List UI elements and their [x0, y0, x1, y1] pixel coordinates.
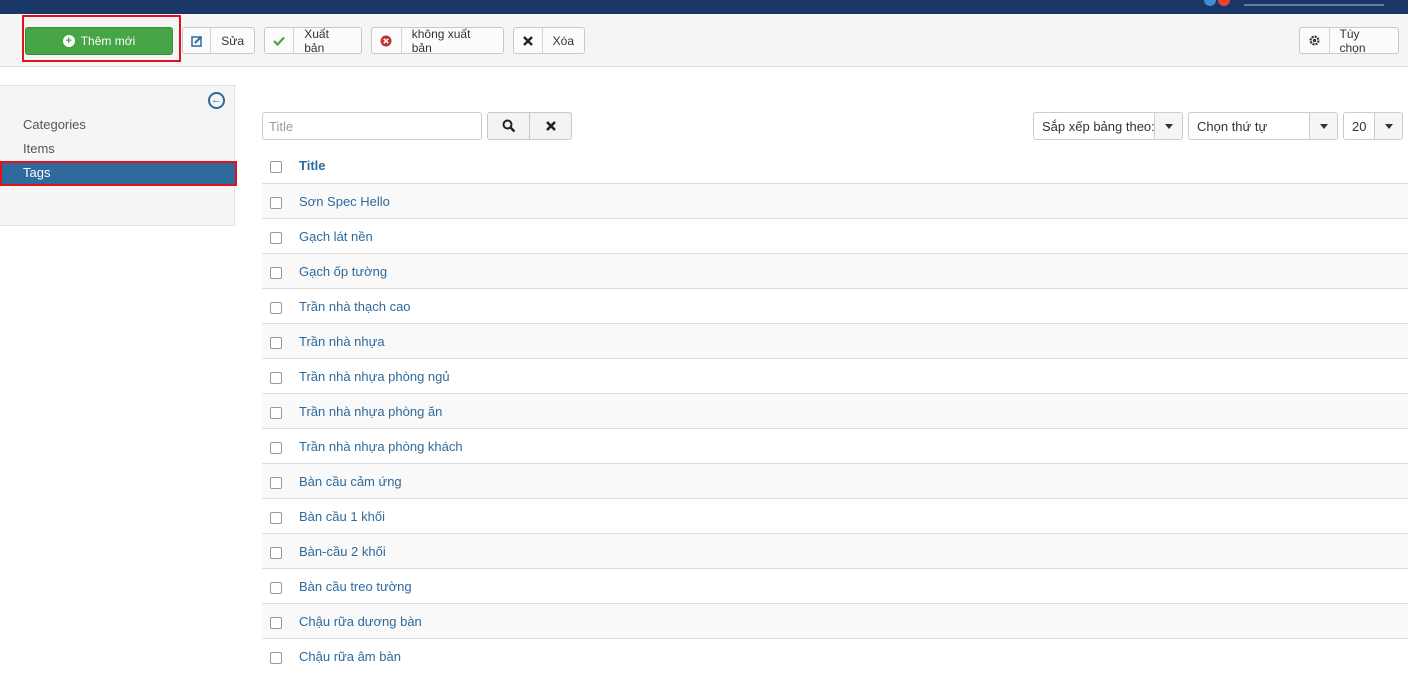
check-icon [265, 28, 295, 53]
tag-title-link[interactable]: Trần nhà nhựa [299, 334, 385, 349]
brand-logo [1204, 0, 1394, 7]
sidebar-item-items[interactable]: Items [0, 138, 235, 160]
row-checkbox[interactable] [270, 336, 282, 349]
unpublish-button-label: không xuất bản [411, 26, 471, 55]
sidebar: ← Categories Items Tags [0, 85, 235, 226]
tag-title-link[interactable]: Trần nhà nhựa phòng ngủ [299, 369, 450, 384]
row-checkbox[interactable] [270, 476, 282, 489]
tag-title-link[interactable]: Gạch ốp tường [299, 264, 387, 279]
sidebar-item-tags[interactable]: Tags [0, 162, 235, 184]
row-checkbox[interactable] [270, 196, 282, 209]
sidebar-item-categories[interactable]: Categories [0, 114, 235, 136]
tag-title-link[interactable]: Gạch lát nền [299, 229, 373, 244]
new-button-label: Thêm mới [80, 34, 136, 48]
row-checkbox[interactable] [270, 441, 282, 454]
row-checkbox[interactable] [270, 581, 282, 594]
tag-title-link[interactable]: Bàn-cầu 2 khối [299, 544, 386, 559]
tag-title-link[interactable]: Chậu rữa dương bàn [299, 614, 422, 629]
tag-title-link[interactable]: Bàn cầu treo tường [299, 579, 412, 594]
table-row: Trần nhà nhựa phòng ăn [262, 393, 1408, 428]
table-row: Trần nhà nhựa phòng ngủ [262, 358, 1408, 393]
edit-icon [183, 28, 212, 53]
unpublish-icon [372, 28, 402, 53]
search-input[interactable] [262, 112, 482, 140]
tag-title-link[interactable]: Trần nhà nhựa phòng ăn [299, 404, 442, 419]
row-checkbox[interactable] [270, 266, 282, 279]
table-row: Bàn cầu cảm ứng [262, 463, 1408, 498]
limit-value: 20 [1352, 118, 1367, 134]
top-header-bar [0, 0, 1408, 14]
table-header-row: Title [262, 148, 1408, 183]
tag-title-link[interactable]: Bàn cầu cảm ứng [299, 474, 402, 489]
search-button[interactable] [487, 112, 530, 140]
table-row: Bàn-cầu 2 khối [262, 533, 1408, 568]
gear-icon [1300, 28, 1330, 53]
new-button[interactable]: + Thêm mới [25, 27, 173, 55]
table-row: Trần nhà nhựa phòng khách [262, 428, 1408, 463]
row-checkbox[interactable] [270, 406, 282, 419]
table-row: Trần nhà thạch cao [262, 288, 1408, 323]
table-row: Trần nhà nhựa [262, 323, 1408, 358]
toolbar: + Thêm mới Sửa Xuất bản không xuất bản X… [0, 14, 1408, 67]
tag-title-link[interactable]: Chậu rữa âm bàn [299, 649, 401, 664]
delete-button[interactable]: Xóa [513, 27, 585, 54]
row-checkbox[interactable] [270, 546, 282, 559]
tag-title-link[interactable]: Trần nhà nhựa phòng khách [299, 439, 463, 454]
tag-title-link[interactable]: Trần nhà thạch cao [299, 299, 411, 314]
row-checkbox[interactable] [270, 651, 282, 664]
row-checkbox[interactable] [270, 231, 282, 244]
table-row: Chậu rữa dương bàn [262, 603, 1408, 638]
options-button[interactable]: Tùy chọn [1299, 26, 1399, 55]
edit-button-label: Sửa [221, 33, 244, 48]
table-row: Bàn cầu treo tường [262, 568, 1408, 603]
table-row: Gạch lát nền [262, 218, 1408, 253]
table-row: Gạch ốp tường [262, 253, 1408, 288]
table-row: Chậu rữa âm bàn [262, 638, 1408, 673]
chevron-down-icon [1154, 113, 1182, 139]
options-button-label: Tùy chọn [1339, 26, 1366, 55]
chevron-down-icon [1374, 113, 1402, 139]
close-icon [545, 121, 556, 131]
close-icon [514, 28, 543, 53]
collapse-sidebar-icon[interactable]: ← [208, 92, 225, 109]
row-checkbox[interactable] [270, 371, 282, 384]
unpublish-button[interactable]: không xuất bản [371, 26, 504, 55]
row-checkbox[interactable] [270, 511, 282, 524]
search-icon [502, 119, 515, 133]
table-row: Sơn Spec Hello [262, 183, 1408, 218]
clear-search-button[interactable] [529, 112, 572, 140]
order-select[interactable]: Chọn thứ tự [1188, 112, 1338, 140]
sort-by-value: Sắp xếp bảng theo: [1042, 118, 1154, 134]
order-value: Chọn thứ tự [1197, 118, 1268, 134]
limit-select[interactable]: 20 [1343, 112, 1403, 140]
plus-circle-icon: + [62, 35, 75, 47]
table-row: Bàn cầu 1 khối [262, 498, 1408, 533]
title-column-header[interactable]: Title [299, 158, 326, 173]
sort-by-select[interactable]: Sắp xếp bảng theo: [1033, 112, 1183, 140]
row-checkbox[interactable] [270, 616, 282, 629]
delete-button-label: Xóa [552, 33, 574, 48]
publish-button-label: Xuất bản [304, 26, 329, 55]
edit-button[interactable]: Sửa [182, 27, 255, 54]
publish-button[interactable]: Xuất bản [264, 26, 362, 55]
tag-title-link[interactable]: Sơn Spec Hello [299, 194, 390, 209]
tag-title-link[interactable]: Bàn cầu 1 khối [299, 509, 385, 524]
tags-table: Title Sơn Spec Hello Gạch lát nền Gạch ốp … [262, 148, 1408, 673]
row-checkbox[interactable] [270, 301, 282, 314]
select-all-checkbox[interactable] [270, 161, 282, 173]
chevron-down-icon [1309, 113, 1337, 139]
